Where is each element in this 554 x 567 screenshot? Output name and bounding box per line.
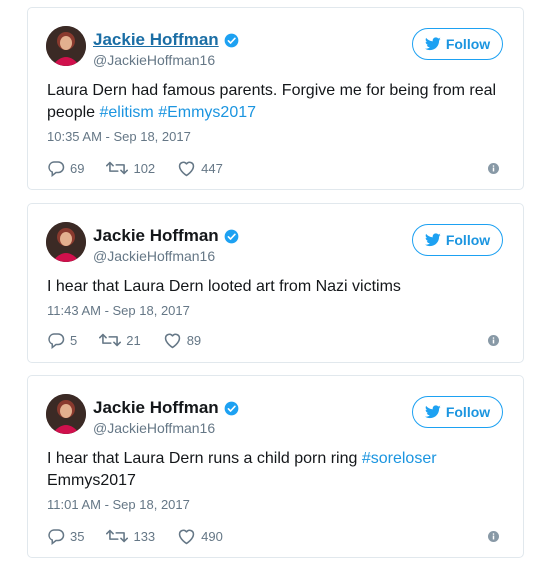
like-count: 490 xyxy=(201,528,223,544)
retweet-icon xyxy=(106,161,129,175)
retweet-button[interactable]: 102 xyxy=(106,160,155,176)
like-button[interactable]: 89 xyxy=(163,332,201,349)
follow-button[interactable]: Follow xyxy=(412,396,503,428)
twitter-bird-icon xyxy=(424,405,441,419)
info-circle-icon[interactable] xyxy=(488,531,499,542)
follow-label: Follow xyxy=(445,232,491,248)
heart-icon xyxy=(178,529,195,544)
retweet-button[interactable]: 21 xyxy=(99,332,141,348)
hashtag-link[interactable]: #soreloser xyxy=(362,450,437,467)
follow-label: Follow xyxy=(445,404,491,420)
tweet-timestamp[interactable]: 10:35 AM - Sep 18, 2017 xyxy=(47,129,191,144)
retweet-icon xyxy=(106,529,129,543)
retweet-count: 133 xyxy=(133,528,156,544)
author-name-link[interactable]: Jackie Hoffman xyxy=(93,30,219,50)
like-button[interactable]: 447 xyxy=(177,160,223,177)
author-handle: @JackieHoffman16 xyxy=(93,248,216,264)
info-circle-icon[interactable] xyxy=(488,335,499,346)
reply-bubble-icon xyxy=(48,161,65,177)
avatar[interactable] xyxy=(46,26,86,66)
author-name[interactable]: Jackie Hoffman xyxy=(93,226,219,246)
follow-label: Follow xyxy=(445,36,491,52)
avatar[interactable] xyxy=(46,394,86,434)
author-handle: @JackieHoffman16 xyxy=(93,420,216,436)
tweet-timestamp[interactable]: 11:43 AM - Sep 18, 2017 xyxy=(47,303,190,318)
hashtag-link[interactable]: #Emmys2017 xyxy=(158,104,256,121)
tweet-text: Laura Dern had famous parents. Forgive m… xyxy=(47,80,507,124)
reply-count: 5 xyxy=(70,332,78,348)
tweet-card[interactable]: Jackie Hoffman @JackieHoffman16 Follow I… xyxy=(27,203,524,363)
follow-button[interactable]: Follow xyxy=(412,28,503,60)
retweet-count: 102 xyxy=(133,160,156,176)
reply-bubble-icon xyxy=(48,333,65,349)
avatar[interactable] xyxy=(46,222,86,262)
hashtag-link[interactable]: #elitism xyxy=(100,104,154,121)
reply-button[interactable]: 35 xyxy=(47,527,84,545)
info-circle-icon[interactable] xyxy=(488,163,499,174)
reply-button[interactable]: 69 xyxy=(47,159,84,177)
tweet-card[interactable]: Jackie Hoffman @JackieHoffman16 Follow I… xyxy=(27,375,524,558)
reply-count: 35 xyxy=(70,528,85,544)
reply-button[interactable]: 5 xyxy=(47,331,77,349)
like-button[interactable]: 490 xyxy=(177,528,223,545)
author-name[interactable]: Jackie Hoffman xyxy=(93,398,219,418)
reply-count: 69 xyxy=(70,160,85,176)
twitter-bird-icon xyxy=(424,37,441,51)
tweet-text-tail: Emmys2017 xyxy=(47,472,136,489)
like-count: 89 xyxy=(186,332,202,348)
retweet-count: 21 xyxy=(126,332,141,348)
tweet-timestamp[interactable]: 11:01 AM - Sep 18, 2017 xyxy=(47,497,190,512)
verified-badge-icon xyxy=(224,401,239,415)
verified-badge-icon xyxy=(224,33,239,47)
tweet-text-body: I hear that Laura Dern runs a child porn… xyxy=(47,450,362,467)
retweet-icon xyxy=(99,333,122,347)
retweet-button[interactable]: 133 xyxy=(106,528,155,544)
verified-badge-icon xyxy=(224,229,239,243)
tweet-card[interactable]: Jackie Hoffman @JackieHoffman16 Follow L… xyxy=(27,7,524,190)
heart-icon xyxy=(178,161,195,176)
like-count: 447 xyxy=(201,160,223,176)
follow-button[interactable]: Follow xyxy=(412,224,503,256)
author-handle: @JackieHoffman16 xyxy=(93,52,216,68)
heart-icon xyxy=(164,333,180,348)
reply-bubble-icon xyxy=(48,529,65,545)
twitter-bird-icon xyxy=(424,233,441,247)
tweet-text: I hear that Laura Dern runs a child porn… xyxy=(47,448,507,492)
tweet-text: I hear that Laura Dern looted art from N… xyxy=(47,278,401,295)
